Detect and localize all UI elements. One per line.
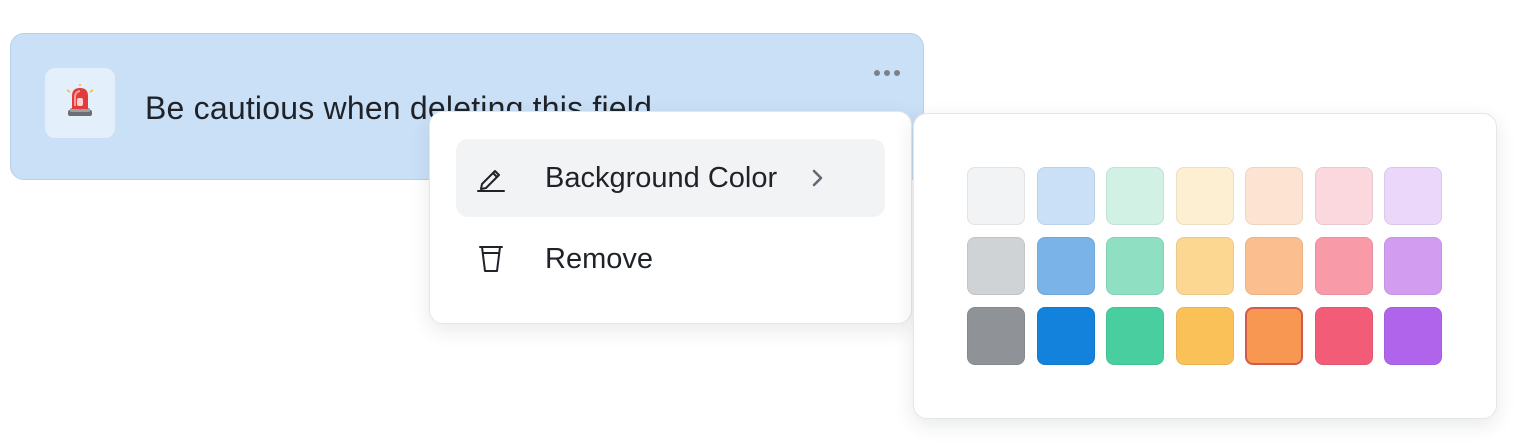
color-swatch[interactable] (1175, 167, 1234, 225)
more-horizontal-icon (873, 64, 901, 82)
color-swatch[interactable] (1314, 167, 1373, 225)
background-color-palette (913, 113, 1497, 419)
more-options-button[interactable] (869, 62, 905, 84)
menu-item-label: Background Color (545, 162, 778, 194)
menu-item-label: Remove (545, 243, 653, 275)
color-swatch[interactable] (1106, 237, 1164, 295)
color-swatch[interactable] (1245, 237, 1303, 295)
color-swatch[interactable] (1106, 307, 1164, 365)
police-light-icon (65, 83, 95, 123)
chevron-right-icon (810, 167, 826, 189)
color-swatch[interactable] (1245, 307, 1303, 365)
trash-icon (476, 244, 506, 274)
stage: Be cautious when deleting this field Bac… (0, 0, 1528, 444)
color-swatch[interactable] (1175, 237, 1234, 295)
color-swatch[interactable] (967, 167, 1025, 225)
color-swatch[interactable] (1106, 167, 1164, 225)
color-swatch[interactable] (967, 237, 1025, 295)
color-swatch[interactable] (1384, 237, 1442, 295)
menu-item-remove[interactable]: Remove (456, 220, 885, 298)
color-swatch[interactable] (1245, 167, 1303, 225)
color-swatch[interactable] (1384, 167, 1442, 225)
color-swatch[interactable] (1384, 307, 1442, 365)
color-swatch[interactable] (1036, 307, 1095, 365)
swatch-grid (967, 167, 1442, 365)
context-menu: Background Color Remove (429, 111, 912, 324)
highlighter-icon (476, 163, 506, 193)
color-swatch[interactable] (1314, 237, 1373, 295)
menu-item-background-color[interactable]: Background Color (456, 139, 885, 217)
color-swatch[interactable] (967, 307, 1025, 365)
color-swatch[interactable] (1036, 237, 1095, 295)
color-swatch[interactable] (1314, 307, 1373, 365)
color-swatch[interactable] (1036, 167, 1095, 225)
color-swatch[interactable] (1175, 307, 1234, 365)
callout-emoji-button[interactable] (45, 68, 115, 138)
